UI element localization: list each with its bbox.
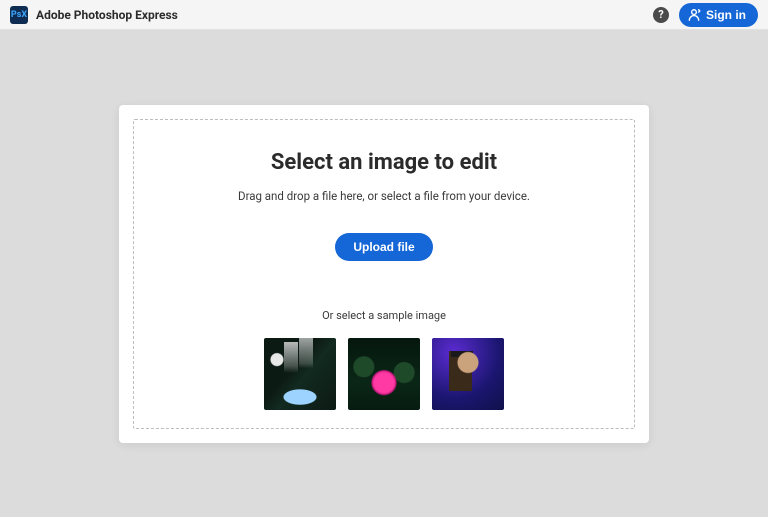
sample-flower[interactable] (348, 338, 420, 410)
app-title: Adobe Photoshop Express (36, 8, 178, 22)
sign-in-icon (687, 8, 701, 22)
app-logo-icon: PsX (10, 6, 28, 24)
upload-file-button[interactable]: Upload file (335, 233, 432, 261)
stage: Select an image to edit Drag and drop a … (0, 30, 768, 517)
sample-row (154, 338, 614, 410)
sample-waterfall[interactable] (264, 338, 336, 410)
page-heading: Select an image to edit (154, 150, 614, 175)
sign-in-button[interactable]: Sign in (679, 3, 758, 27)
drop-instructions: Drag and drop a file here, or select a f… (154, 189, 614, 203)
sample-label: Or select a sample image (154, 309, 614, 322)
sign-in-label: Sign in (706, 8, 746, 22)
topbar-right: ? Sign in (653, 3, 758, 27)
help-icon[interactable]: ? (653, 7, 669, 23)
upload-card: Select an image to edit Drag and drop a … (119, 105, 649, 443)
drop-zone[interactable]: Select an image to edit Drag and drop a … (133, 119, 635, 429)
sample-portrait[interactable] (432, 338, 504, 410)
top-bar: PsX Adobe Photoshop Express ? Sign in (0, 0, 768, 30)
